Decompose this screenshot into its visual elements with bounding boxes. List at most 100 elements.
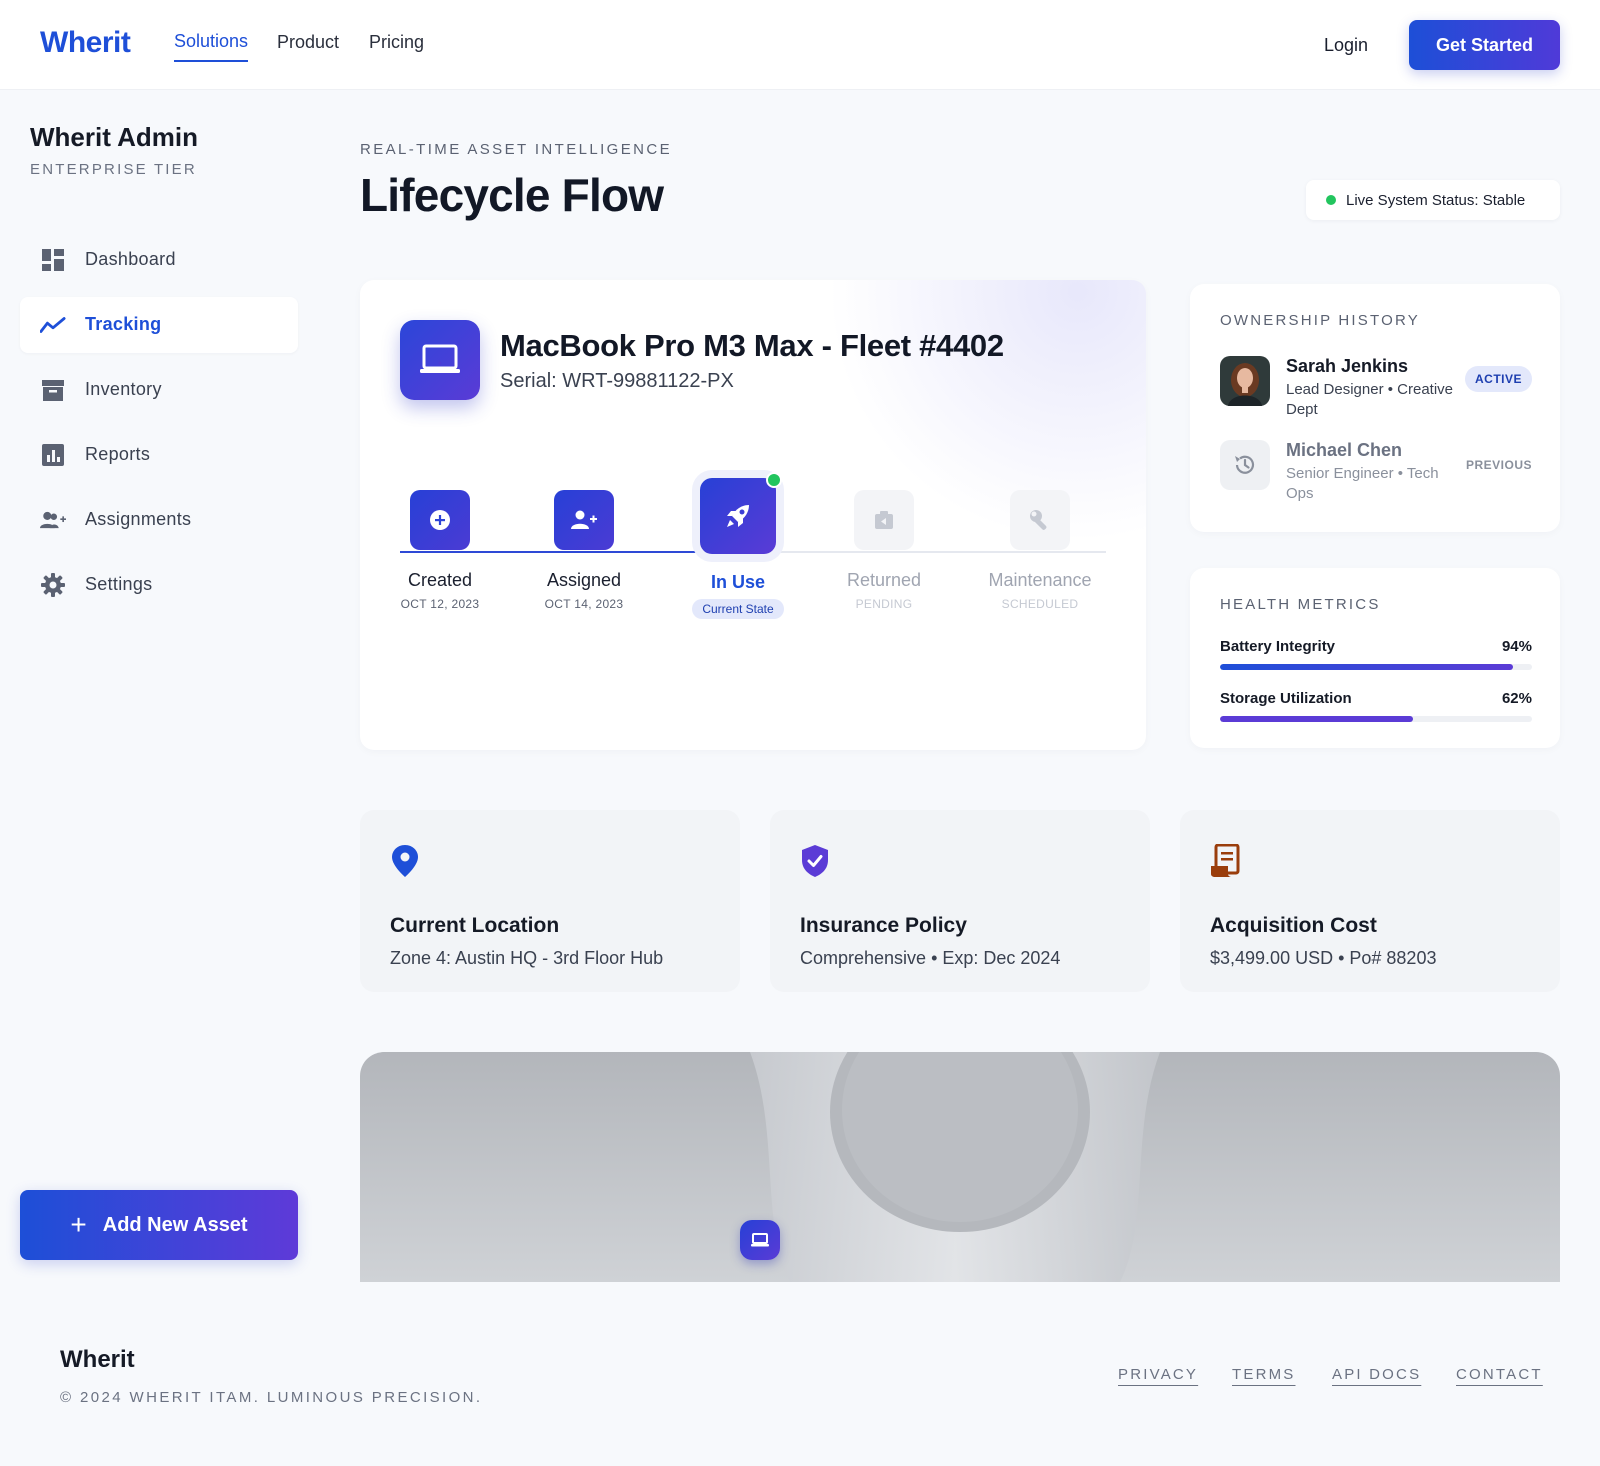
lifecycle-step-created[interactable]: Created OCT 12, 2023: [380, 490, 500, 611]
sidebar-item-dashboard[interactable]: Dashboard: [20, 232, 298, 288]
metric-label: Battery Integrity: [1220, 638, 1336, 655]
footer-brand: Wherit: [60, 1346, 135, 1373]
footer-copyright: © 2024 WHERIT ITAM. LUMINOUS PRECISION.: [60, 1389, 483, 1406]
user-plus-icon: [40, 508, 66, 532]
asset-lifecycle-card: MacBook Pro M3 Max - Fleet #4402 Serial:…: [360, 280, 1146, 750]
sidebar-item-label: Dashboard: [85, 249, 176, 269]
trending-up-icon: [40, 313, 66, 337]
footer-link-api-docs[interactable]: API DOCS: [1332, 1366, 1421, 1383]
nav-link-solutions[interactable]: Solutions: [174, 31, 249, 62]
step-title: In Use: [710, 572, 766, 592]
login-link[interactable]: Login: [1324, 35, 1368, 56]
add-new-asset-button[interactable]: + Add New Asset: [20, 1190, 298, 1260]
dashboard-icon: [40, 248, 66, 272]
metric-value: 94%: [1501, 638, 1532, 655]
sidebar-item-settings[interactable]: Settings: [20, 557, 298, 613]
metric-battery-integrity: Battery Integrity 94%: [1220, 638, 1532, 674]
plus-circle-icon: [410, 490, 470, 550]
metric-value: 62%: [1501, 690, 1532, 707]
info-value: Zone 4: Austin HQ - 3rd Floor Hub: [390, 948, 664, 968]
nav-link-product[interactable]: Product: [277, 32, 339, 53]
system-status-badge: Live System Status: Stable: [1306, 180, 1560, 220]
asset-serial: Serial: WRT-99881122-PX: [500, 370, 734, 392]
shield-check-icon: [800, 844, 834, 878]
bar-chart-icon: [40, 443, 66, 467]
current-state-badge: Current State: [692, 599, 784, 619]
step-title: Assigned: [546, 570, 622, 590]
live-indicator: [766, 472, 782, 488]
plus-icon: +: [70, 1209, 87, 1240]
ownership-history-card: OWNERSHIP HISTORY Sarah Jenkins Lead Des…: [1190, 284, 1560, 532]
step-subtitle: SCHEDULED: [1001, 597, 1079, 611]
owner-name: Michael Chen: [1286, 440, 1403, 460]
info-value: Comprehensive • Exp: Dec 2024: [800, 948, 1061, 968]
info-card-acquisition[interactable]: Acquisition Cost $3,499.00 USD • Po# 882…: [1180, 810, 1560, 992]
info-title: Insurance Policy: [800, 914, 967, 937]
owner-row-previous[interactable]: Michael Chen Senior Engineer • Tech Ops …: [1220, 440, 1532, 502]
footer-link-contact[interactable]: CONTACT: [1456, 1366, 1543, 1383]
owner-row-active[interactable]: Sarah Jenkins Lead Designer • Creative D…: [1220, 356, 1532, 418]
archive-box-icon: [40, 378, 66, 402]
add-new-asset-label: Add New Asset: [102, 1213, 248, 1236]
sidebar-item-inventory[interactable]: Inventory: [20, 362, 298, 418]
sidebar-item-tracking[interactable]: Tracking: [20, 297, 298, 353]
step-subtitle: PENDING: [855, 597, 913, 611]
sidebar-item-assignments[interactable]: Assignments: [20, 492, 298, 548]
sidebar-item-label: Settings: [85, 574, 153, 594]
page-eyebrow: REAL-TIME ASSET INTELLIGENCE: [360, 141, 672, 158]
lifecycle-step-in-use[interactable]: In Use Current State: [668, 472, 808, 619]
top-navigation: Wherit Solutions Product Pricing Login G…: [0, 0, 1600, 90]
status-dot-icon: [1326, 195, 1336, 205]
nav-link-pricing[interactable]: Pricing: [369, 32, 424, 53]
sidebar-item-reports[interactable]: Reports: [20, 427, 298, 483]
lifecycle-step-maintenance[interactable]: Maintenance SCHEDULED: [970, 490, 1110, 611]
user-add-icon: [554, 490, 614, 550]
owner-role: Senior Engineer • Tech Ops: [1286, 465, 1439, 502]
page-title: Lifecycle Flow: [360, 169, 664, 221]
info-card-insurance[interactable]: Insurance Policy Comprehensive • Exp: De…: [770, 810, 1150, 992]
metric-bar: [1220, 716, 1532, 722]
rocket-icon: [700, 472, 782, 554]
location-marker-icon[interactable]: [740, 1220, 780, 1260]
system-status-text: Live System Status: Stable: [1346, 191, 1526, 209]
owner-role: Lead Designer • Creative Dept: [1286, 381, 1454, 418]
info-title: Current Location: [390, 914, 560, 937]
sidebar-item-label: Inventory: [85, 379, 162, 399]
metric-bar-fill: [1220, 716, 1414, 722]
location-map-banner[interactable]: [360, 1052, 1560, 1282]
info-title: Acquisition Cost: [1210, 914, 1377, 937]
map-pin-icon: [390, 844, 424, 878]
metric-bar-fill: [1220, 664, 1514, 670]
receipt-icon: [1210, 843, 1244, 878]
footer-link-terms[interactable]: TERMS: [1232, 1366, 1296, 1383]
sidebar-tier: ENTERPRISE TIER: [30, 161, 197, 178]
step-title: Returned: [846, 570, 922, 590]
laptop-icon: [400, 320, 480, 400]
lifecycle-step-returned[interactable]: Returned PENDING: [824, 490, 944, 611]
ownership-heading: OWNERSHIP HISTORY: [1220, 312, 1420, 329]
info-card-location[interactable]: Current Location Zone 4: Austin HQ - 3rd…: [360, 810, 740, 992]
wrench-icon: [1010, 490, 1070, 550]
health-metrics-card: HEALTH METRICS Battery Integrity 94% Sto…: [1190, 568, 1560, 748]
gear-icon: [40, 573, 66, 597]
get-started-button[interactable]: Get Started: [1409, 20, 1560, 70]
sidebar-item-label: Reports: [85, 444, 151, 464]
step-subtitle: OCT 14, 2023: [544, 597, 624, 611]
active-badge: ACTIVE: [1464, 366, 1532, 392]
step-title: Created: [407, 570, 473, 590]
metric-storage-utilization: Storage Utilization 62%: [1220, 690, 1532, 726]
step-title: Maintenance: [988, 570, 1092, 590]
sidebar-item-label: Tracking: [85, 314, 162, 334]
avatar: [1220, 356, 1270, 406]
footer-link-privacy[interactable]: PRIVACY: [1118, 1366, 1198, 1383]
lifecycle-step-assigned[interactable]: Assigned OCT 14, 2023: [524, 490, 644, 611]
return-icon: [854, 490, 914, 550]
owner-name: Sarah Jenkins: [1286, 356, 1409, 376]
health-heading: HEALTH METRICS: [1220, 596, 1381, 613]
step-subtitle: OCT 12, 2023: [400, 597, 480, 611]
metric-label: Storage Utilization: [1220, 690, 1352, 707]
brand-logo[interactable]: Wherit: [40, 26, 131, 60]
sidebar-item-label: Assignments: [85, 509, 192, 529]
info-value: $3,499.00 USD • Po# 88203: [1210, 948, 1437, 968]
previous-badge: PREVIOUS: [1465, 458, 1532, 472]
